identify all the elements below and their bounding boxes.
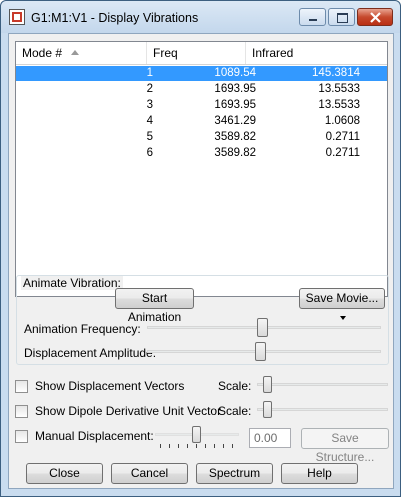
manual-displacement-label: Manual Displacement: — [35, 429, 154, 443]
infrared-cell: 0.2711 — [325, 147, 360, 159]
show-dipole-derivative-checkbox[interactable] — [15, 405, 28, 418]
animate-vibration-label: Animate Vibration: — [21, 276, 123, 290]
vectors-scale-slider[interactable] — [263, 376, 272, 393]
maximize-button[interactable] — [328, 8, 355, 26]
column-infrared-label: Infrared — [252, 46, 294, 60]
mode-cell: 6 — [146, 147, 153, 159]
show-dipole-derivative-label: Show Dipole Derivative Unit Vector — [35, 404, 222, 418]
animation-frequency-slider[interactable] — [257, 318, 268, 337]
dropdown-arrow-icon — [340, 315, 346, 320]
minimize-button[interactable] — [299, 8, 326, 26]
app-icon — [9, 9, 25, 25]
freq-cell: 1693.95 — [214, 99, 256, 111]
manual-displacement-value[interactable]: 0.00 — [249, 428, 291, 448]
save-movie-label: Save Movie... — [305, 291, 379, 305]
spectrum-button[interactable]: Spectrum — [196, 463, 273, 484]
infrared-cell: 13.5533 — [318, 83, 360, 95]
save-movie-button[interactable]: Save Movie... — [299, 288, 385, 320]
table-row[interactable]: 1 1089.54 145.3814 — [16, 66, 387, 81]
list-header: Mode # Freq Infrared — [16, 42, 387, 65]
close-icon — [370, 12, 381, 23]
column-mode[interactable]: Mode # — [16, 42, 147, 64]
freq-cell: 1089.54 — [214, 67, 256, 79]
help-button[interactable]: Help — [281, 463, 358, 484]
column-mode-label: Mode # — [22, 46, 63, 60]
minimize-icon — [309, 19, 317, 21]
table-row[interactable]: 5 3589.82 0.2711 — [16, 130, 387, 145]
table-row[interactable]: 3 1693.95 13.5533 — [16, 98, 387, 113]
manual-displacement-slider[interactable] — [192, 426, 201, 443]
title-bar[interactable]: G1:M1:V1 - Display Vibrations — [1, 1, 400, 33]
window-title: G1:M1:V1 - Display Vibrations — [31, 11, 199, 25]
infrared-cell: 145.3814 — [312, 67, 360, 79]
infrared-cell: 0.2711 — [325, 131, 360, 143]
freq-cell: 3589.82 — [214, 147, 256, 159]
freq-cell: 3461.29 — [214, 115, 256, 127]
table-row[interactable]: 4 3461.29 1.0608 — [16, 114, 387, 129]
freq-cell: 1693.95 — [214, 83, 256, 95]
mode-cell: 3 — [146, 99, 153, 111]
mode-cell: 4 — [146, 115, 153, 127]
show-displacement-vectors-label: Show Displacement Vectors — [35, 379, 185, 393]
maximize-icon — [337, 13, 348, 23]
sort-ascending-icon — [71, 50, 79, 55]
column-infrared[interactable]: Infrared — [246, 42, 387, 64]
infrared-cell: 13.5533 — [318, 99, 360, 111]
vectors-scale-label: Scale: — [218, 379, 252, 393]
displacement-amplitude-slider[interactable] — [255, 342, 266, 361]
dialog-body: Mode # Freq Infrared 1 1089.54 145.3814 … — [8, 33, 394, 489]
manual-displacement-checkbox[interactable] — [15, 430, 28, 443]
freq-cell: 3589.82 — [214, 131, 256, 143]
save-structure-button[interactable]: Save Structure... — [301, 428, 389, 464]
show-displacement-vectors-checkbox[interactable] — [15, 380, 28, 393]
cancel-button[interactable]: Cancel — [111, 463, 188, 484]
close-window-button[interactable] — [357, 8, 393, 26]
infrared-cell: 1.0608 — [324, 115, 360, 127]
animation-frequency-label: Animation Frequency: — [24, 322, 141, 336]
dipole-scale-track — [257, 408, 388, 411]
mode-cell: 1 — [146, 67, 153, 79]
column-freq[interactable]: Freq — [147, 42, 246, 64]
displacement-amplitude-label: Displacement Amplitude: — [24, 346, 157, 360]
close-button[interactable]: Close — [26, 463, 103, 484]
table-row[interactable]: 6 3589.82 0.2711 — [16, 146, 387, 161]
dipole-scale-slider[interactable] — [263, 401, 272, 418]
vibrations-list[interactable]: Mode # Freq Infrared 1 1089.54 145.3814 … — [15, 41, 388, 297]
vectors-scale-track — [257, 383, 388, 386]
table-row[interactable]: 2 1693.95 13.5533 — [16, 82, 387, 97]
column-freq-label: Freq — [153, 46, 178, 60]
mode-cell: 5 — [146, 131, 153, 143]
mode-cell: 2 — [146, 83, 153, 95]
display-vibrations-window: G1:M1:V1 - Display Vibrations Mode # Fre… — [0, 0, 401, 497]
start-animation-button[interactable]: Start Animation — [115, 288, 194, 324]
dipole-scale-label: Scale: — [218, 404, 252, 418]
